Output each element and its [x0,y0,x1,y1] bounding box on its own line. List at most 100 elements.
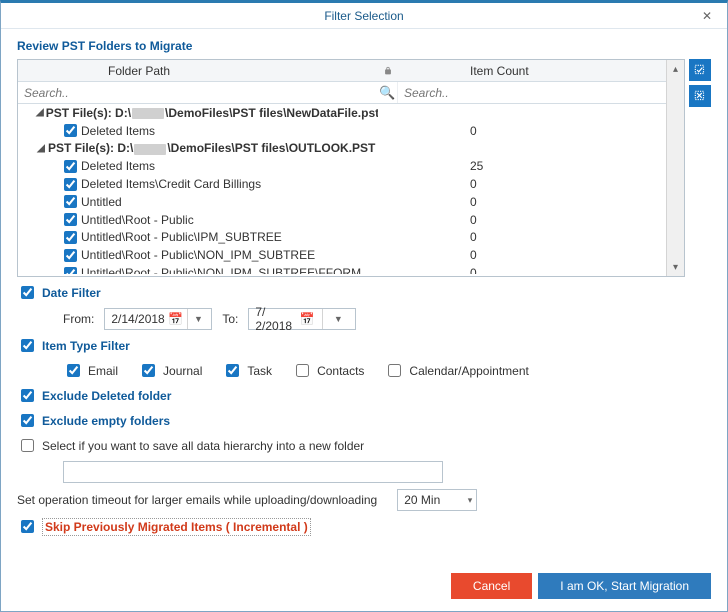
table-row[interactable]: Untitled\Root - Public\NON_IPM_SUBTREE\F… [18,264,666,274]
timeout-label: Set operation timeout for larger emails … [17,493,377,507]
select-all-button[interactable] [689,59,711,81]
item-type-filter-checkbox[interactable]: Item Type Filter [17,336,711,355]
from-label: From: [63,312,94,326]
item-count-cell: 0 [398,266,666,274]
item-type-task[interactable]: Task [222,361,272,380]
filter-selection-window: Filter Selection ✕ Review PST Folders to… [0,0,728,612]
footer: Cancel I am OK, Start Migration [1,563,727,611]
item-count-cell: 0 [398,124,666,138]
exclude-empty-checkbox[interactable]: Exclude empty folders [17,411,711,430]
table-row[interactable]: Untitled 0 [18,193,666,211]
date-filter-checkbox[interactable]: Date Filter [17,283,711,302]
folder-checkbox[interactable] [64,195,77,208]
save-hierarchy-checkbox[interactable]: Select if you want to save all data hier… [17,436,711,455]
timeout-select[interactable]: 20 Min [397,489,477,511]
folder-name: Deleted Items\Credit Card Billings [81,177,261,191]
content-area: Review PST Folders to Migrate Folder Pat… [1,29,727,563]
file-row-label: PST File(s): D:\\DemoFiles\PST files\New… [46,106,378,120]
search-count-input[interactable] [402,85,665,101]
folder-name: Untitled [81,195,122,209]
item-count-cell: 25 [398,159,666,173]
cancel-button[interactable]: Cancel [451,573,532,599]
item-type-label: Calendar/Appointment [409,364,528,378]
folder-name: Untitled\Root - Public\NON_IPM_SUBTREE [81,248,315,262]
search-icon[interactable]: 🔍 [379,85,393,101]
scroll-down-icon[interactable]: ▾ [667,258,684,276]
chevron-down-icon[interactable]: ▼ [187,309,210,329]
from-date-input[interactable]: 2/14/2018 📅 ▼ [104,308,212,330]
search-path-input[interactable] [22,85,379,101]
folder-checkbox[interactable] [64,231,77,244]
item-type-calendar-appointment[interactable]: Calendar/Appointment [384,361,528,380]
folder-checkbox[interactable] [64,249,77,262]
calendar-icon: 📅 [165,311,187,327]
item-type-journal[interactable]: Journal [138,361,202,380]
deselect-all-button[interactable] [689,85,711,107]
table-row[interactable]: Deleted Items 0 [18,122,666,140]
exclude-deleted-checkbox[interactable]: Exclude Deleted folder [17,386,711,405]
folder-checkbox[interactable] [64,267,77,274]
item-type-label: Task [247,364,272,378]
close-icon: ✕ [702,9,712,23]
table-row[interactable]: Deleted Items\Credit Card Billings 0 [18,175,666,193]
table-row[interactable]: Deleted Items 25 [18,157,666,175]
table-row[interactable]: Untitled\Root - Public\IPM_SUBTREE 0 [18,229,666,247]
table-row[interactable]: Untitled\Root - Public\NON_IPM_SUBTREE 0 [18,246,666,264]
item-count-cell: 0 [398,230,666,244]
scroll-up-icon[interactable]: ▴ [667,60,684,78]
header-item-count[interactable]: Item Count [398,60,684,81]
close-button[interactable]: ✕ [687,3,727,29]
folder-checkbox[interactable] [64,213,77,226]
save-hierarchy-label: Select if you want to save all data hier… [42,439,364,453]
folder-grid: Folder Path Item Count 🔍 🔍 [17,59,685,277]
folder-checkbox[interactable] [64,124,77,137]
item-count-cell: 0 [398,248,666,262]
item-type-contacts[interactable]: Contacts [292,361,364,380]
window-title: Filter Selection [324,9,403,23]
item-type-label: Journal [163,364,202,378]
calendar-icon: 📅 [292,311,322,327]
exclude-deleted-label: Exclude Deleted folder [42,389,171,403]
tree-toggle-icon[interactable]: ◢ [36,143,46,154]
folder-checkbox[interactable] [64,160,77,173]
to-date-input[interactable]: 7/ 2/2018 📅 ▼ [248,308,356,330]
folder-name: Deleted Items [81,124,155,138]
folder-name: Untitled\Root - Public\NON_IPM_SUBTREE\F… [81,266,361,274]
table-row[interactable]: ◢PST File(s): D:\\DemoFiles\PST files\Ne… [18,104,666,122]
table-row[interactable]: ◢PST File(s): D:\\DemoFiles\PST files\OU… [18,140,666,158]
item-type-label: Contacts [317,364,364,378]
review-title: Review PST Folders to Migrate [17,39,711,53]
item-type-filter-label: Item Type Filter [42,339,130,353]
to-label: To: [222,312,238,326]
skip-migrated-checkbox[interactable]: Skip Previously Migrated Items ( Increme… [17,517,711,536]
folder-name: Untitled\Root - Public\IPM_SUBTREE [81,230,282,244]
grid-rows: ◢PST File(s): D:\\DemoFiles\PST files\Ne… [18,104,666,274]
skip-migrated-label: Skip Previously Migrated Items ( Increme… [42,518,311,536]
titlebar: Filter Selection ✕ [1,3,727,29]
vertical-scrollbar[interactable]: ▴ ▾ [666,60,684,276]
date-filter-label: Date Filter [42,286,101,300]
exclude-empty-label: Exclude empty folders [42,414,170,428]
header-folder-path[interactable]: Folder Path [18,60,378,81]
tree-toggle-icon[interactable]: ◢ [36,107,44,118]
item-type-email[interactable]: Email [63,361,118,380]
scroll-track[interactable] [667,78,684,258]
lock-icon [378,60,398,81]
item-count-cell: 0 [398,213,666,227]
grid-header-row: Folder Path Item Count [18,60,684,82]
item-count-cell: 0 [398,195,666,209]
folder-name: Untitled\Root - Public [81,213,194,227]
table-row[interactable]: Untitled\Root - Public 0 [18,211,666,229]
folder-checkbox[interactable] [64,178,77,191]
check-all-icon [693,63,707,77]
item-type-label: Email [88,364,118,378]
item-count-cell: 0 [398,177,666,191]
start-migration-button[interactable]: I am OK, Start Migration [538,573,711,599]
chevron-down-icon[interactable]: ▼ [322,309,353,329]
grid-search-row: 🔍 🔍 [18,82,684,104]
folder-name: Deleted Items [81,159,155,173]
file-row-label: PST File(s): D:\\DemoFiles\PST files\OUT… [48,141,375,155]
uncheck-all-icon [693,89,707,103]
item-type-row: Email Journal Task Contacts Calendar/Appoint… [17,361,711,380]
new-folder-input[interactable] [63,461,443,483]
